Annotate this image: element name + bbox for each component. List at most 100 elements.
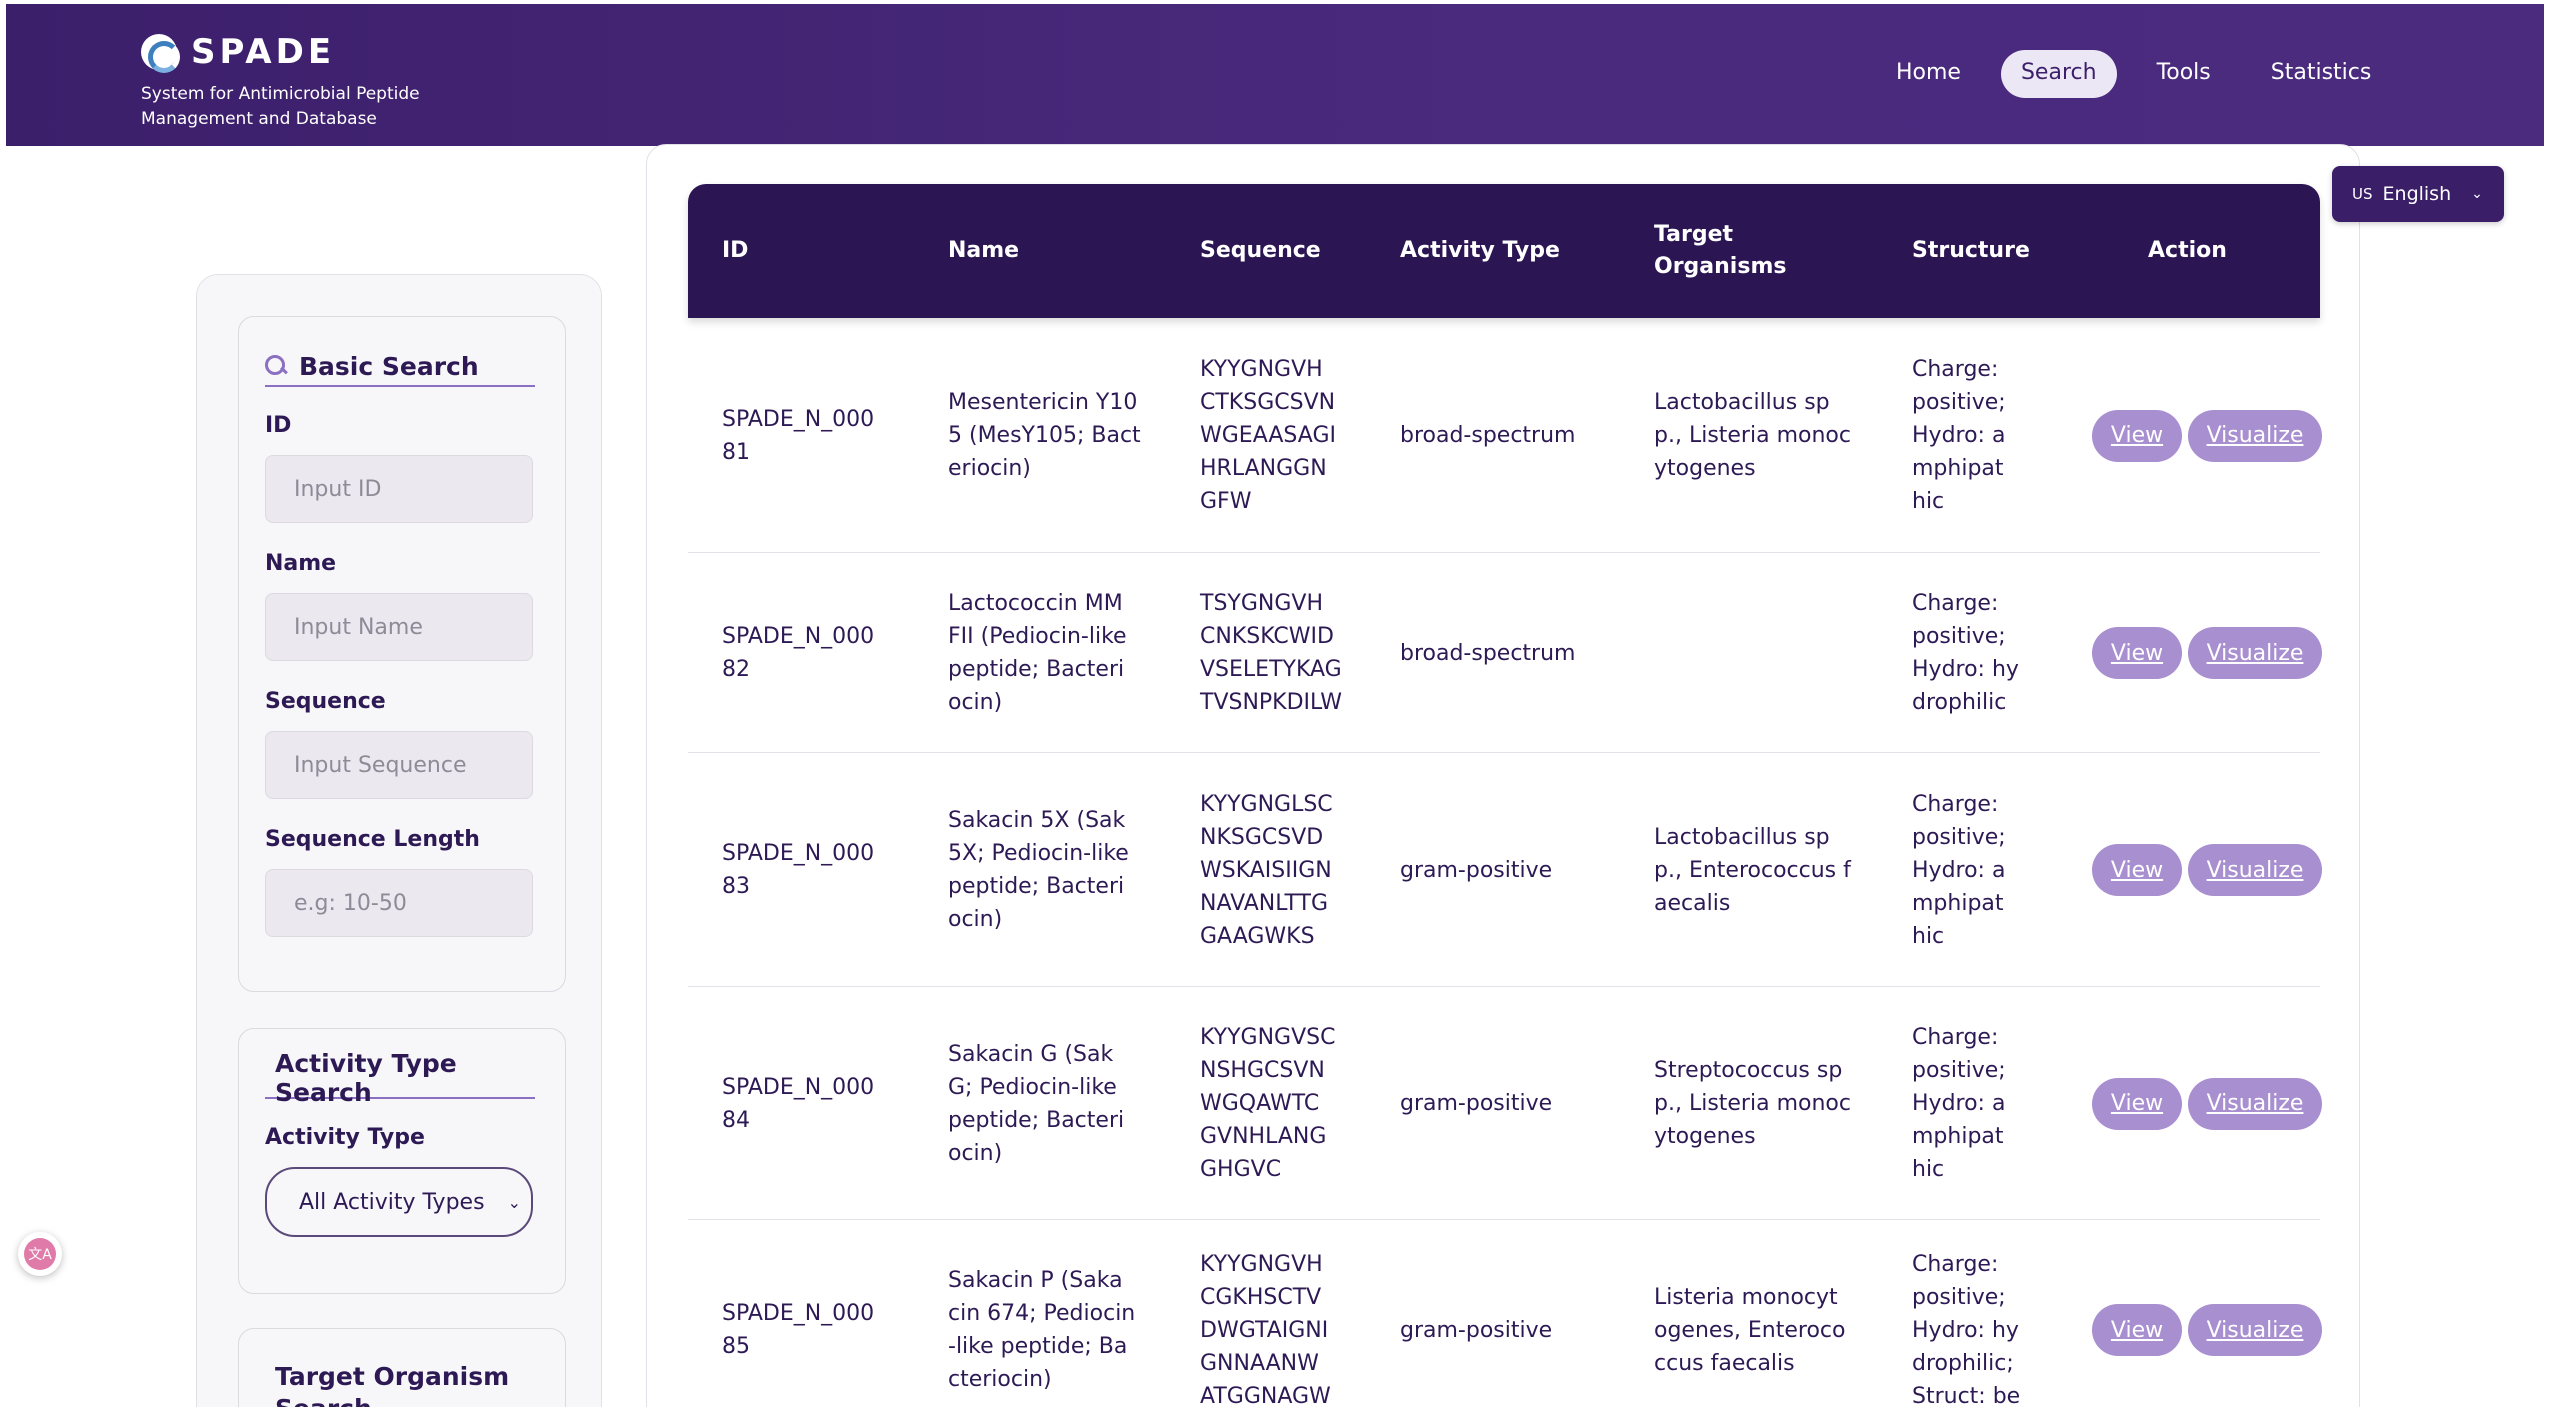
cell-sequence-line: ATGGNAGW	[1200, 1383, 1331, 1407]
col-header-name: Name	[948, 238, 1020, 263]
cell-id-line: 82	[722, 657, 750, 682]
cell-id-line: SPADE_N_000	[722, 841, 875, 866]
cell-activity-type-line: gram-positive	[1400, 857, 1553, 883]
cell-target-organisms-line: ccus faecalis	[1654, 1350, 1795, 1376]
cell-name-line: ocin)	[948, 1140, 1003, 1166]
activity-type-label: Activity Type	[265, 1125, 425, 1150]
table-row: SPADE_N_000 85 Sakacin P (Saka cin 674; Ped…	[688, 1220, 2322, 1407]
basic-search-card: Basic Search ID Input ID Name Input Name…	[238, 316, 566, 992]
cell-name: Lactococcin MM FII (Pediocin-like peptide;…	[948, 587, 1127, 719]
cell-structure-line: hic	[1912, 923, 1945, 949]
nav-search[interactable]: Search	[2000, 50, 2117, 98]
cell-name-line: cin 674; Pediocin	[948, 1301, 1136, 1326]
cell-id: SPADE_N_000 83	[722, 837, 874, 903]
cell-sequence-line: GHGVC	[1200, 1157, 1282, 1182]
cell-id-line: SPADE_N_000	[722, 1301, 875, 1326]
cell-sequence-line: NKSGCSVD	[1200, 824, 1324, 850]
cell-structure-line: hic	[1912, 489, 1945, 514]
id-input[interactable]: Input ID	[265, 455, 533, 523]
cell-name-line: peptide; Bacteri	[948, 1107, 1125, 1133]
cell-sequence-line: KYYGNGVH	[1200, 1251, 1323, 1277]
top-navbar: SPADE System for Antimicrobial Peptide M…	[6, 4, 2544, 146]
brand[interactable]: SPADE System for Antimicrobial Peptide M…	[141, 32, 421, 132]
cell-id: SPADE_N_000 85	[722, 1297, 874, 1363]
cell-id-line: 85	[722, 1334, 750, 1359]
cell-target-organisms: Lactobacillus sp p., Listeria monoc ytogen…	[1654, 386, 1851, 485]
name-label: Name	[265, 551, 337, 576]
cell-structure-line: drophilic;	[1912, 1350, 2014, 1376]
cell-name: Sakacin P (Saka cin 674; Pediocin -like pe…	[948, 1264, 1135, 1396]
cell-name-line: 5X; Pediocin-like	[948, 841, 1129, 866]
cell-activity-type-line: gram-positive	[1400, 1091, 1553, 1116]
results-table-header: ID Name Sequence Activity Type Target Or…	[688, 184, 2320, 318]
sequence-length-input[interactable]: e.g: 10-50	[265, 869, 533, 937]
visualize-button[interactable]: Visualize	[2188, 1077, 2322, 1130]
cell-activity-type: gram-positive	[1400, 854, 1552, 887]
cell-activity-type-line: gram-positive	[1400, 1317, 1553, 1343]
cell-structure-line: mphipat	[1912, 1124, 2004, 1149]
cell-target-organisms-line: ytogenes	[1654, 1124, 1756, 1149]
cell-id: SPADE_N_000 82	[722, 620, 874, 686]
col-header-id: ID	[722, 238, 749, 263]
cell-structure: Charge: positive; Hydro: hy drophilic; Struc…	[1912, 1248, 2020, 1407]
cell-target-organisms-line: ogenes, Enteroco	[1654, 1317, 1846, 1343]
cell-target-organisms-line: p., Enterococcus f	[1654, 857, 1851, 883]
col-header-sequence: Sequence	[1200, 238, 1321, 263]
language-selector[interactable]: US English ⌄	[2332, 166, 2504, 222]
view-button[interactable]: View	[2092, 409, 2182, 462]
cell-id-line: SPADE_N_000	[722, 624, 875, 649]
nav-home[interactable]: Home	[1876, 50, 1981, 98]
visualize-button[interactable]: Visualize	[2188, 1304, 2322, 1356]
view-button[interactable]: View	[2092, 1077, 2182, 1130]
basic-search-title: Basic Search	[265, 347, 535, 387]
view-button[interactable]: View	[2092, 627, 2182, 679]
cell-target-organisms-line: p., Listeria monoc	[1654, 423, 1851, 448]
chevron-down-icon: ⌄	[507, 1192, 521, 1212]
translate-widget[interactable]: 文A	[18, 1232, 62, 1276]
nav-tools[interactable]: Tools	[2137, 50, 2231, 98]
cell-name-line: -like peptide; Ba	[948, 1334, 1128, 1359]
cell-target-organisms: Listeria monocyt ogenes, Enteroco ccus fae…	[1654, 1281, 1845, 1380]
page: SPADE System for Antimicrobial Peptide M…	[0, 0, 2558, 1407]
cell-target-organisms-line: ytogenes	[1654, 456, 1756, 481]
cell-name-line: Mesentericin Y10	[948, 390, 1138, 415]
cell-id-line: 83	[722, 874, 750, 899]
cell-structure: Charge: positive; Hydro: hy drophilic	[1912, 587, 2019, 719]
cell-name-line: peptide; Bacteri	[948, 657, 1125, 682]
cell-sequence-line: CNKSKCWID	[1200, 624, 1334, 649]
nav-statistics[interactable]: Statistics	[2251, 50, 2392, 98]
cell-sequence-line: KYYGNGVH	[1200, 357, 1323, 382]
cell-id-line: SPADE_N_000	[722, 1074, 875, 1100]
cell-sequence-line: VSELETYKAG	[1200, 657, 1342, 682]
cell-target-organisms-line: Listeria monocyt	[1654, 1284, 1838, 1310]
activity-type-select[interactable]: All Activity Types ⌄	[265, 1167, 533, 1237]
cell-sequence: KYYGNGVH CTKSGCSVN WGEAASAGI HRLANGGN GFW	[1200, 353, 1336, 518]
col-header-activity-type: Activity Type	[1400, 238, 1560, 263]
basic-search-title-text: Basic Search	[299, 351, 479, 381]
sequence-label: Sequence	[265, 689, 386, 714]
view-button[interactable]: View	[2092, 844, 2182, 896]
cell-sequence: TSYGNGVH CNKSKCWID VSELETYKAG TVSNPKDILW	[1200, 587, 1342, 719]
target-organism-card: Target Organism Search	[238, 1328, 566, 1407]
visualize-button[interactable]: Visualize	[2188, 844, 2322, 896]
view-button[interactable]: View	[2092, 1304, 2182, 1356]
cell-sequence: KYYGNGLSC NKSGCSVD WSKAISIIGN NAVANLTTG GAAG…	[1200, 788, 1333, 953]
visualize-button[interactable]: Visualize	[2188, 627, 2322, 679]
cell-name-line: Sakacin 5X (Sak	[948, 808, 1126, 833]
cell-structure-line: positive;	[1912, 824, 2006, 850]
us-flag-icon: US	[2352, 185, 2373, 203]
name-input[interactable]: Input Name	[265, 593, 533, 661]
cell-activity-type: gram-positive	[1400, 1314, 1552, 1347]
cell-activity-type: broad-spectrum	[1400, 419, 1575, 452]
cell-sequence-line: TVSNPKDILW	[1200, 690, 1343, 715]
cell-sequence-line: WGEAASAGI	[1200, 423, 1336, 448]
cell-name-line: ocin)	[948, 907, 1003, 932]
cell-structure-line: drophilic	[1912, 690, 2007, 715]
cell-id-line: 84	[722, 1107, 750, 1133]
cell-structure: Charge: positive; Hydro: a mphipat hic	[1912, 353, 2006, 518]
cell-activity-type-line: broad-spectrum	[1400, 423, 1576, 448]
cell-structure-line: positive;	[1912, 624, 2006, 649]
cell-sequence-line: GNNAANW	[1200, 1350, 1319, 1376]
visualize-button[interactable]: Visualize	[2188, 409, 2322, 462]
sequence-input[interactable]: Input Sequence	[265, 731, 533, 799]
